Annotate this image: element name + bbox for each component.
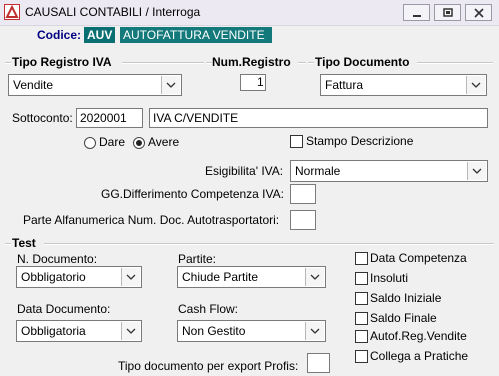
gg-differimento-label: GG.Differimento Competenza IVA: xyxy=(101,187,284,201)
cash-flow-label: Cash Flow: xyxy=(178,302,239,316)
sottoconto-label: Sottoconto: xyxy=(12,111,73,125)
sottoconto-description-field[interactable]: IVA C/VENDITE xyxy=(149,108,488,128)
n-documento-label: N. Documento: xyxy=(17,252,98,266)
partite-select[interactable]: Chiude Partite xyxy=(177,266,326,288)
tipo-documento-value: Fattura xyxy=(325,78,364,92)
chevron-down-icon[interactable] xyxy=(305,322,324,340)
codice-description: AUTOFATTURA VENDITE xyxy=(120,27,272,43)
group-line xyxy=(298,62,306,64)
tipo-documento-label: Tipo Documento xyxy=(315,55,410,69)
data-competenza-checkbox[interactable] xyxy=(355,252,368,265)
sottoconto-code: 2020001 xyxy=(80,111,127,125)
group-line xyxy=(122,62,204,64)
codice-code: AUV xyxy=(84,27,116,43)
num-registro-label: Num.Registro xyxy=(212,55,291,69)
group-line xyxy=(308,62,314,64)
esigibilita-select[interactable]: Normale xyxy=(290,160,488,182)
maximize-button[interactable] xyxy=(434,4,461,21)
gg-differimento-field[interactable] xyxy=(290,184,316,204)
cash-flow-select[interactable]: Non Gestito xyxy=(177,320,326,342)
saldo-finale-checkbox[interactable] xyxy=(355,312,368,325)
saldo-iniziale-checkbox[interactable] xyxy=(355,292,368,305)
n-documento-value: Obbligatorio xyxy=(21,270,86,284)
minimize-button[interactable] xyxy=(403,4,430,21)
insoluti-checkbox[interactable] xyxy=(355,272,368,285)
chevron-down-icon[interactable] xyxy=(121,322,140,340)
parte-alfanumerica-field[interactable] xyxy=(290,210,316,230)
close-button[interactable] xyxy=(465,4,492,21)
stampo-descrizione-checkbox[interactable] xyxy=(290,135,303,148)
parte-alfanumerica-label: Parte Alfanumerica Num. Doc. Autotraspor… xyxy=(23,213,280,227)
app-icon xyxy=(4,4,20,20)
dare-label: Dare xyxy=(99,135,126,149)
window-title: CAUSALI CONTABILI / Interroga xyxy=(25,5,201,19)
partite-value: Chiude Partite xyxy=(182,270,259,284)
tipo-documento-select[interactable]: Fattura xyxy=(320,74,487,96)
close-icon xyxy=(473,7,484,18)
insoluti-label: Insoluti xyxy=(370,271,409,285)
dare-radio[interactable] xyxy=(84,137,96,149)
avere-radio[interactable] xyxy=(133,137,145,149)
group-line xyxy=(5,62,11,64)
collega-pratiche-label: Collega a Pratiche xyxy=(370,349,469,363)
tipo-registro-select[interactable]: Vendite xyxy=(8,74,182,96)
saldo-finale-label: Saldo Finale xyxy=(370,311,437,325)
chevron-down-icon[interactable] xyxy=(121,268,140,286)
chevron-down-icon[interactable] xyxy=(466,76,485,94)
data-documento-value: Obbligatoria xyxy=(21,324,86,338)
saldo-iniziale-label: Saldo Iniziale xyxy=(370,291,442,305)
chevron-down-icon[interactable] xyxy=(467,162,486,180)
partite-label: Partite: xyxy=(178,252,217,266)
stampo-descrizione-label: Stampo Descrizione xyxy=(306,134,414,148)
group-line xyxy=(44,243,494,245)
autof-reg-vendite-checkbox[interactable] xyxy=(355,330,368,343)
sottoconto-code-field[interactable]: 2020001 xyxy=(76,108,143,128)
avere-label: Avere xyxy=(148,135,180,149)
autof-reg-vendite-label: Autof.Reg.Vendite xyxy=(370,329,467,343)
data-competenza-label: Data Competenza xyxy=(370,251,467,265)
esigibilita-value: Normale xyxy=(295,164,341,178)
num-registro-value: 1 xyxy=(257,75,264,89)
tipo-registro-label: Tipo Registro IVA xyxy=(12,55,112,69)
group-line xyxy=(417,62,493,64)
restore-icon xyxy=(442,7,453,17)
chevron-down-icon[interactable] xyxy=(305,268,324,286)
tipo-export-label: Tipo documento per export Profis: xyxy=(118,359,299,373)
tipo-registro-value: Vendite xyxy=(13,78,54,92)
test-group-label: Test xyxy=(12,236,36,250)
collega-pratiche-checkbox[interactable] xyxy=(355,350,368,363)
group-line xyxy=(5,243,11,245)
chevron-down-icon[interactable] xyxy=(161,76,180,94)
esigibilita-label: Esigibilita' IVA: xyxy=(205,164,284,178)
codice-label: Codice: xyxy=(37,28,82,42)
data-documento-label: Data Documento: xyxy=(17,302,111,316)
num-registro-field[interactable]: 1 xyxy=(240,74,266,91)
data-documento-select[interactable]: Obbligatoria xyxy=(16,320,142,342)
sottoconto-description: IVA C/VENDITE xyxy=(153,111,239,125)
cash-flow-value: Non Gestito xyxy=(182,324,246,338)
n-documento-select[interactable]: Obbligatorio xyxy=(16,266,142,288)
tipo-export-field[interactable] xyxy=(307,353,330,373)
minimize-icon xyxy=(412,14,421,17)
